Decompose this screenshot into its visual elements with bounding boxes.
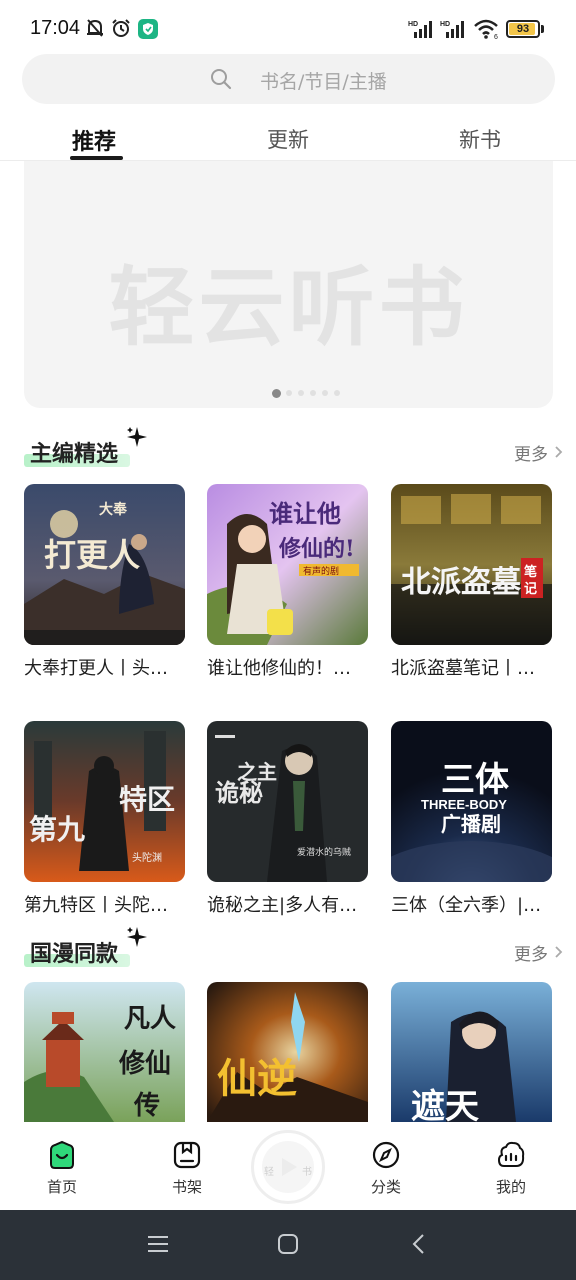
- svg-text:修仙: 修仙: [118, 1048, 171, 1079]
- player-disc: 轻 书: [262, 1141, 314, 1193]
- search-icon: [209, 67, 233, 95]
- player-text-right: 书: [302, 1167, 312, 1178]
- nav-label: 书架: [171, 1178, 202, 1196]
- carousel-dot: [334, 390, 340, 396]
- svg-text:广播剧: 广播剧: [441, 812, 501, 836]
- book-title[interactable]: 谁让他修仙的！有声的剧: [207, 654, 368, 680]
- section-header-donghua: 国漫同款 更多: [0, 927, 576, 972]
- chevron-right-icon: [554, 944, 564, 963]
- book-title[interactable]: 第九特区丨头陀渊多人剧: [24, 891, 185, 917]
- signal-hd-icon: HD: [440, 19, 468, 43]
- home-icon: [47, 1140, 77, 1170]
- player-text-left: 轻: [264, 1167, 274, 1178]
- tab-updates[interactable]: 更新: [267, 124, 309, 154]
- system-navigation-bar: [0, 1210, 576, 1280]
- more-link[interactable]: 更多: [514, 940, 548, 965]
- book-title[interactable]: 诡秘之主|多人有声剧: [207, 891, 368, 917]
- carousel-dot: [310, 390, 316, 396]
- battery-percent: 93: [516, 23, 530, 35]
- section-header-editor-picks: 主编精选 更多: [0, 427, 576, 472]
- carousel-dot: [272, 389, 281, 398]
- nav-label: 我的: [495, 1178, 526, 1196]
- svg-text:谁让他: 谁让他: [269, 499, 341, 528]
- svg-text:头陀渊: 头陀渊: [132, 851, 162, 864]
- svg-text:凡人: 凡人: [124, 1004, 176, 1034]
- top-tabs: 推荐 更新 新书: [0, 118, 576, 160]
- book-cover[interactable]: 谁让他 修仙的! 有声的剧: [207, 484, 368, 645]
- svg-text:笔: 笔: [524, 564, 537, 580]
- book-cover[interactable]: 第九 特区 头陀渊: [24, 721, 185, 882]
- svg-text:特区: 特区: [119, 783, 175, 816]
- sparkle-icon: [126, 426, 148, 452]
- svg-text:大奉: 大奉: [99, 501, 128, 518]
- svg-text:THREE-BODY: THREE-BODY: [421, 797, 507, 812]
- section-title: 主编精选: [30, 442, 119, 467]
- search-placeholder: 书名/节目/主播: [260, 71, 387, 93]
- shield-app-icon: [138, 19, 158, 39]
- svg-text:仙逆: 仙逆: [217, 1055, 297, 1102]
- book-cover[interactable]: 仙逆: [207, 982, 368, 1122]
- book-cover[interactable]: 北派盗墓 笔 记: [391, 484, 552, 645]
- svg-text:爱潜水的乌贼: 爱潜水的乌贼: [297, 846, 351, 858]
- nav-item-home[interactable]: 首页: [17, 1122, 107, 1210]
- svg-text:6: 6: [494, 34, 498, 40]
- nav-item-profile[interactable]: 我的: [466, 1122, 556, 1210]
- svg-text:HD: HD: [440, 21, 450, 28]
- bookshelf-icon: [172, 1140, 202, 1170]
- sparkle-icon: [126, 926, 148, 952]
- tab-recommend[interactable]: 推荐: [72, 124, 116, 156]
- nav-item-bookshelf[interactable]: 书架: [142, 1122, 232, 1210]
- bottom-navigation: 首页 书架 轻 书 分类 我的: [0, 1122, 576, 1210]
- svg-text:第九: 第九: [29, 813, 85, 846]
- profile-icon: [496, 1140, 526, 1170]
- svg-text:HD: HD: [408, 21, 418, 28]
- wifi-icon: 6: [473, 18, 501, 44]
- tab-new-books[interactable]: 新书: [459, 124, 501, 154]
- compass-icon: [371, 1140, 401, 1170]
- more-link[interactable]: 更多: [514, 440, 548, 465]
- book-cover[interactable]: 三体 THREE-BODY 广播剧: [391, 721, 552, 882]
- nav-label: 首页: [46, 1178, 77, 1196]
- book-title[interactable]: 大奉打更人丨头部多人有声剧: [24, 654, 185, 680]
- player-button[interactable]: 轻 书: [251, 1130, 325, 1204]
- back-icon[interactable]: [408, 1232, 432, 1260]
- status-time: 17:04: [30, 17, 81, 39]
- svg-text:北派盗墓: 北派盗墓: [401, 565, 522, 600]
- carousel-dot: [322, 390, 328, 396]
- play-icon: [278, 1155, 300, 1183]
- svg-text:有声的剧: 有声的剧: [303, 565, 339, 577]
- book-cover[interactable]: 打更人 大奉: [24, 484, 185, 645]
- book-title[interactable]: 三体（全六季）|广播剧: [391, 891, 552, 917]
- chevron-right-icon: [554, 444, 564, 463]
- svg-text:打更人: 打更人: [44, 536, 140, 574]
- signal-hd-icon: HD: [408, 19, 436, 43]
- menu-icon[interactable]: [146, 1232, 170, 1260]
- svg-text:修仙的!: 修仙的!: [278, 536, 355, 562]
- nav-label: 分类: [370, 1178, 401, 1196]
- book-title[interactable]: 北派盗墓笔记丨多人有声剧: [391, 654, 552, 680]
- search-input[interactable]: 书名/节目/主播: [22, 54, 555, 104]
- section-title: 国漫同款: [30, 942, 119, 967]
- svg-text:遮天: 遮天: [411, 1087, 479, 1122]
- book-cover[interactable]: 遮天: [391, 982, 552, 1122]
- nav-item-category[interactable]: 分类: [341, 1122, 431, 1210]
- battery-icon: 93: [506, 20, 540, 38]
- carousel-dot: [286, 390, 292, 396]
- battery-tip: [541, 25, 544, 33]
- mute-bell-icon: [84, 17, 106, 43]
- svg-text:三体: 三体: [441, 760, 509, 800]
- home-square-icon[interactable]: [276, 1232, 300, 1260]
- banner-logo-text: 轻云听书: [108, 258, 469, 358]
- book-cover[interactable]: 诡秘 之主 爱潜水的乌贼: [207, 721, 368, 882]
- svg-text:传: 传: [133, 1091, 160, 1121]
- status-bar: 17:04 HD HD 6 93: [0, 0, 576, 56]
- svg-text:之主: 之主: [237, 760, 277, 784]
- banner-carousel[interactable]: 轻云听书: [24, 161, 553, 408]
- book-cover[interactable]: 凡人 修仙 传: [24, 982, 185, 1122]
- svg-text:记: 记: [524, 582, 537, 597]
- carousel-dot: [298, 390, 304, 396]
- alarm-icon: [110, 17, 132, 43]
